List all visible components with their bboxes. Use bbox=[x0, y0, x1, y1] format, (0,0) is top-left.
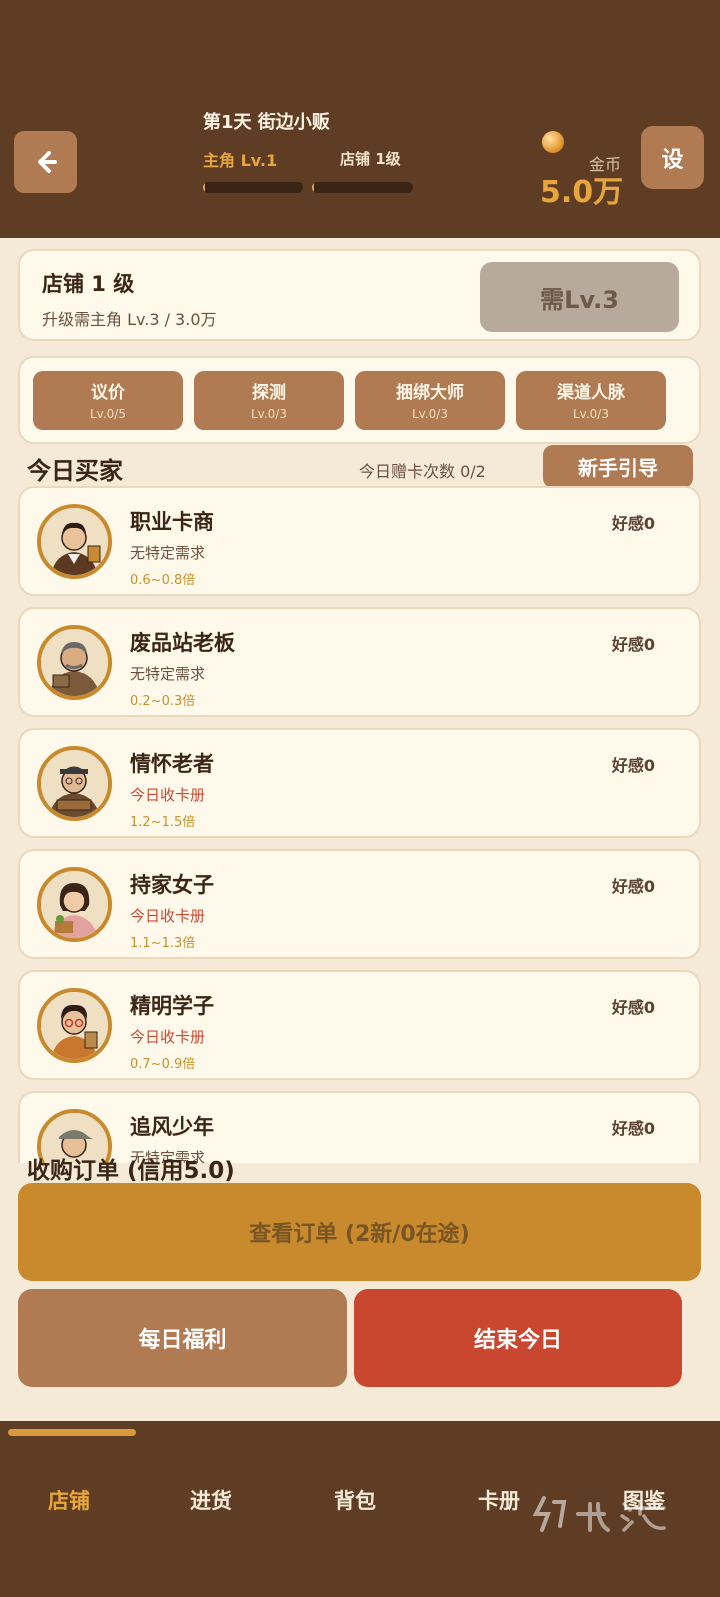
nav-item-album[interactable]: 卡册 bbox=[478, 1485, 520, 1515]
buyer-card[interactable]: 废品站老板 无特定需求 0.2~0.3倍 好感0 bbox=[18, 607, 701, 717]
orders-title: 收购订单 (信用5.0) bbox=[27, 1158, 235, 1184]
back-button[interactable] bbox=[14, 131, 77, 193]
skill-level: Lv.0/5 bbox=[90, 407, 126, 421]
arrow-left-icon bbox=[37, 151, 57, 173]
card-dealer-portrait-icon bbox=[41, 508, 108, 575]
buyer-favor: 好感0 bbox=[611, 514, 655, 533]
skill-bundle-master[interactable]: 捆绑大师 Lv.0/3 bbox=[355, 371, 505, 430]
watermark-logo-icon bbox=[532, 1496, 666, 1532]
buyer-price-multiplier: 1.1~1.3倍 bbox=[130, 936, 196, 951]
shop-level-label: 店铺 1级 bbox=[340, 150, 401, 168]
shop-level-title: 店铺 1 级 bbox=[42, 272, 135, 296]
buyers-list[interactable]: 职业卡商 无特定需求 0.6~0.8倍 好感0 废品站老板 无特定需求 0.2~… bbox=[0, 484, 720, 1163]
skill-bargain[interactable]: 议价 Lv.0/5 bbox=[33, 371, 183, 430]
buyer-name: 职业卡商 bbox=[130, 510, 214, 534]
end-day-button[interactable]: 结束今日 bbox=[354, 1289, 682, 1387]
today-buyers-title: 今日买家 bbox=[27, 457, 123, 485]
shop-exp-fill bbox=[312, 182, 315, 193]
buyer-price-multiplier: 0.2~0.3倍 bbox=[130, 694, 196, 709]
buyer-name: 精明学子 bbox=[130, 994, 214, 1018]
buyer-card[interactable]: 情怀老者 今日收卡册 1.2~1.5倍 好感0 bbox=[18, 728, 701, 838]
coin-value: 5.0万 bbox=[540, 175, 624, 210]
buyer-need: 今日收卡册 bbox=[130, 1028, 206, 1046]
shop-upgrade-requirement: 升级需主角 Lv.3 / 3.0万 bbox=[42, 310, 217, 329]
nav-item-backpack[interactable]: 背包 bbox=[334, 1485, 376, 1515]
buyer-avatar bbox=[37, 504, 112, 579]
gift-count: 今日赠卡次数 0/2 bbox=[359, 462, 486, 481]
buyer-name: 情怀老者 bbox=[130, 752, 214, 776]
nav-active-indicator bbox=[8, 1429, 136, 1436]
skill-detect[interactable]: 探测 Lv.0/3 bbox=[194, 371, 344, 430]
skill-name: 议价 bbox=[91, 383, 125, 403]
skill-name: 探测 bbox=[252, 383, 286, 403]
shop-exp-bar bbox=[312, 182, 413, 193]
buyer-need: 无特定需求 bbox=[130, 665, 206, 683]
skill-level: Lv.0/3 bbox=[412, 407, 448, 421]
buyer-avatar bbox=[37, 625, 112, 700]
housewife-portrait-icon bbox=[41, 871, 108, 938]
buyer-price-multiplier: 1.2~1.5倍 bbox=[130, 815, 196, 830]
buyer-favor: 好感0 bbox=[611, 635, 655, 654]
skills-panel: 议价 Lv.0/5 探测 Lv.0/3 捆绑大师 Lv.0/3 渠道人脉 Lv.… bbox=[18, 356, 701, 444]
player-level-label: 主角 Lv.1 bbox=[203, 151, 278, 170]
skill-level: Lv.0/3 bbox=[251, 407, 287, 421]
skill-name: 渠道人脉 bbox=[557, 383, 625, 403]
skill-name: 捆绑大师 bbox=[396, 383, 464, 403]
scrapyard-boss-portrait-icon bbox=[41, 629, 108, 696]
buyer-favor: 好感0 bbox=[611, 998, 655, 1017]
daily-welfare-button[interactable]: 每日福利 bbox=[18, 1289, 347, 1387]
buyer-need: 今日收卡册 bbox=[130, 786, 206, 804]
view-orders-button[interactable]: 查看订单 (2新/0在途) bbox=[18, 1183, 701, 1281]
buyer-avatar bbox=[37, 988, 112, 1063]
skill-channel-network[interactable]: 渠道人脉 Lv.0/3 bbox=[516, 371, 666, 430]
buyer-card[interactable]: 精明学子 今日收卡册 0.7~0.9倍 好感0 bbox=[18, 970, 701, 1080]
buyer-avatar bbox=[37, 867, 112, 942]
buyer-name: 废品站老板 bbox=[130, 631, 235, 655]
settings-button[interactable]: 设 bbox=[641, 126, 704, 189]
day-title: 第1天 街边小贩 bbox=[203, 112, 330, 133]
buyer-card[interactable]: 职业卡商 无特定需求 0.6~0.8倍 好感0 bbox=[18, 486, 701, 596]
buyer-card[interactable]: 持家女子 今日收卡册 1.1~1.3倍 好感0 bbox=[18, 849, 701, 959]
buyer-need: 无特定需求 bbox=[130, 544, 206, 562]
upgrade-shop-button[interactable]: 需Lv.3 bbox=[480, 262, 679, 332]
skill-level: Lv.0/3 bbox=[573, 407, 609, 421]
buyer-name: 持家女子 bbox=[130, 873, 214, 897]
tutorial-button[interactable]: 新手引导 bbox=[543, 445, 693, 488]
buyer-favor: 好感0 bbox=[611, 877, 655, 896]
buyer-name: 追风少年 bbox=[130, 1115, 214, 1139]
buyer-avatar bbox=[37, 746, 112, 821]
nostalgic-elder-portrait-icon bbox=[41, 750, 108, 817]
buyer-price-multiplier: 0.7~0.9倍 bbox=[130, 1057, 196, 1072]
smart-student-portrait-icon bbox=[41, 992, 108, 1059]
buyer-favor: 好感0 bbox=[611, 756, 655, 775]
coin-icon bbox=[542, 131, 564, 153]
top-header: 第1天 街边小贩 主角 Lv.1 店铺 1级 金币 5.0万 设 bbox=[0, 0, 720, 238]
buyer-price-multiplier: 0.6~0.8倍 bbox=[130, 573, 196, 588]
buyer-favor: 好感0 bbox=[611, 1119, 655, 1138]
shop-level-card: 店铺 1 级 升级需主角 Lv.3 / 3.0万 需Lv.3 bbox=[18, 249, 701, 341]
buyer-need: 今日收卡册 bbox=[130, 907, 206, 925]
nav-item-shop[interactable]: 店铺 bbox=[48, 1485, 90, 1515]
nav-item-restock[interactable]: 进货 bbox=[190, 1485, 232, 1515]
player-exp-bar bbox=[203, 182, 303, 193]
player-exp-fill bbox=[203, 182, 205, 193]
